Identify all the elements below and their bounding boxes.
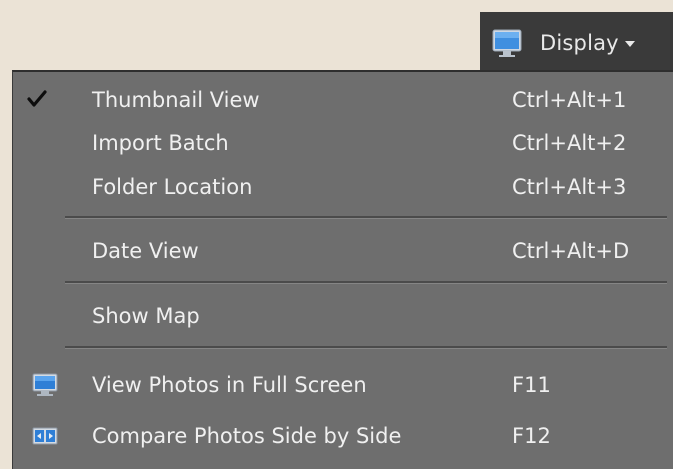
menu-separator <box>65 216 667 219</box>
menu-item-label: Date View <box>92 239 199 263</box>
menu-item-label: Thumbnail View <box>92 88 260 112</box>
full-screen-monitor-icon <box>32 373 58 397</box>
display-menu-button[interactable]: Display <box>480 12 673 72</box>
menu-item-show-map[interactable]: Show Map <box>13 296 673 336</box>
menu-item-shortcut: Ctrl+Alt+2 <box>512 131 627 155</box>
menu-item-shortcut: Ctrl+Alt+1 <box>512 88 627 112</box>
menu-item-compare-side-by-side[interactable]: Compare Photos Side by Side F12 <box>13 416 673 456</box>
display-button-label: Display <box>540 31 619 55</box>
menu-separator <box>65 281 667 284</box>
caret-down-icon <box>624 41 635 47</box>
compare-side-by-side-icon <box>32 424 58 448</box>
monitor-icon <box>492 29 522 59</box>
page: Display Thumbnail View Ctrl+Alt+1 Import… <box>0 0 673 469</box>
menu-item-import-batch[interactable]: Import Batch Ctrl+Alt+2 <box>13 123 673 163</box>
menu-item-shortcut: Ctrl+Alt+3 <box>512 175 627 199</box>
menu-item-shortcut: Ctrl+Alt+D <box>512 239 630 263</box>
menu-item-label: Import Batch <box>92 131 229 155</box>
display-dropdown-menu: Thumbnail View Ctrl+Alt+1 Import Batch C… <box>12 70 673 469</box>
menu-item-label: View Photos in Full Screen <box>92 373 367 397</box>
menu-item-shortcut: F11 <box>512 373 551 397</box>
menu-item-label: Compare Photos Side by Side <box>92 424 402 448</box>
menu-item-label: Folder Location <box>92 175 253 199</box>
checkmark-icon <box>27 89 47 109</box>
menu-item-thumbnail-view[interactable]: Thumbnail View Ctrl+Alt+1 <box>13 80 673 120</box>
menu-separator <box>65 346 667 349</box>
menu-item-view-full-screen[interactable]: View Photos in Full Screen F11 <box>13 365 673 405</box>
menu-item-label: Show Map <box>92 304 200 328</box>
menu-item-folder-location[interactable]: Folder Location Ctrl+Alt+3 <box>13 167 673 207</box>
menu-item-shortcut: F12 <box>512 424 551 448</box>
menu-item-date-view[interactable]: Date View Ctrl+Alt+D <box>13 231 673 271</box>
